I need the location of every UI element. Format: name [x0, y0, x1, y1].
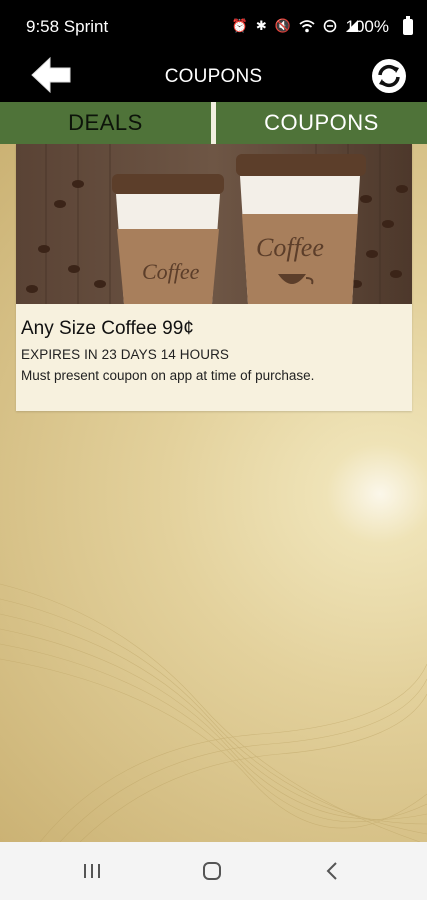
coffee-cups-image: Coffee Coffee	[16, 144, 412, 304]
chevron-left-icon	[326, 862, 337, 880]
tab-coupons[interactable]: COUPONS	[216, 102, 427, 144]
status-bar: 9:58 Sprint ⏰ ✱ 🔇 100%	[0, 0, 427, 52]
system-nav-bar	[0, 842, 427, 900]
page-title: COUPONS	[164, 66, 263, 87]
recent-apps-button[interactable]	[72, 856, 112, 886]
recent-apps-icon	[84, 864, 100, 878]
status-icons: ⏰ ✱ 🔇	[232, 18, 359, 34]
wifi-icon	[299, 20, 315, 33]
coupon-expiry: EXPIRES IN 23 DAYS 14 HOURS	[21, 347, 230, 362]
status-time-carrier: 9:58 Sprint	[26, 17, 109, 36]
home-icon	[203, 862, 221, 880]
coupon-title: Any Size Coffee 99¢	[21, 318, 194, 339]
content-area[interactable]: Coffee Coffee Any Size Coffee 99¢ EXPIRE…	[0, 144, 427, 842]
alarm-icon: ⏰	[231, 18, 248, 33]
refresh-button[interactable]	[371, 58, 407, 94]
coupon-card[interactable]: Coffee Coffee Any Size Coffee 99¢ EXPIRE…	[16, 144, 412, 411]
cup-label-left: Coffee	[142, 259, 200, 284]
cup-label-right: Coffee	[256, 233, 324, 262]
battery-percent: 100%	[345, 17, 389, 36]
battery-icon	[403, 16, 413, 35]
tab-deals[interactable]: DEALS	[0, 102, 211, 144]
data-sync-icon	[323, 19, 337, 33]
app-header: COUPONS	[0, 52, 427, 102]
mute-icon: 🔇	[274, 18, 291, 33]
back-nav-button[interactable]	[312, 856, 352, 886]
home-button[interactable]	[192, 856, 232, 886]
tab-bar: DEALS COUPONS	[0, 102, 427, 144]
coupon-image: Coffee Coffee	[16, 144, 412, 304]
coupon-description: Must present coupon on app at time of pu…	[21, 368, 315, 383]
bluetooth-icon: ✱	[255, 18, 267, 33]
refresh-icon	[372, 59, 406, 93]
